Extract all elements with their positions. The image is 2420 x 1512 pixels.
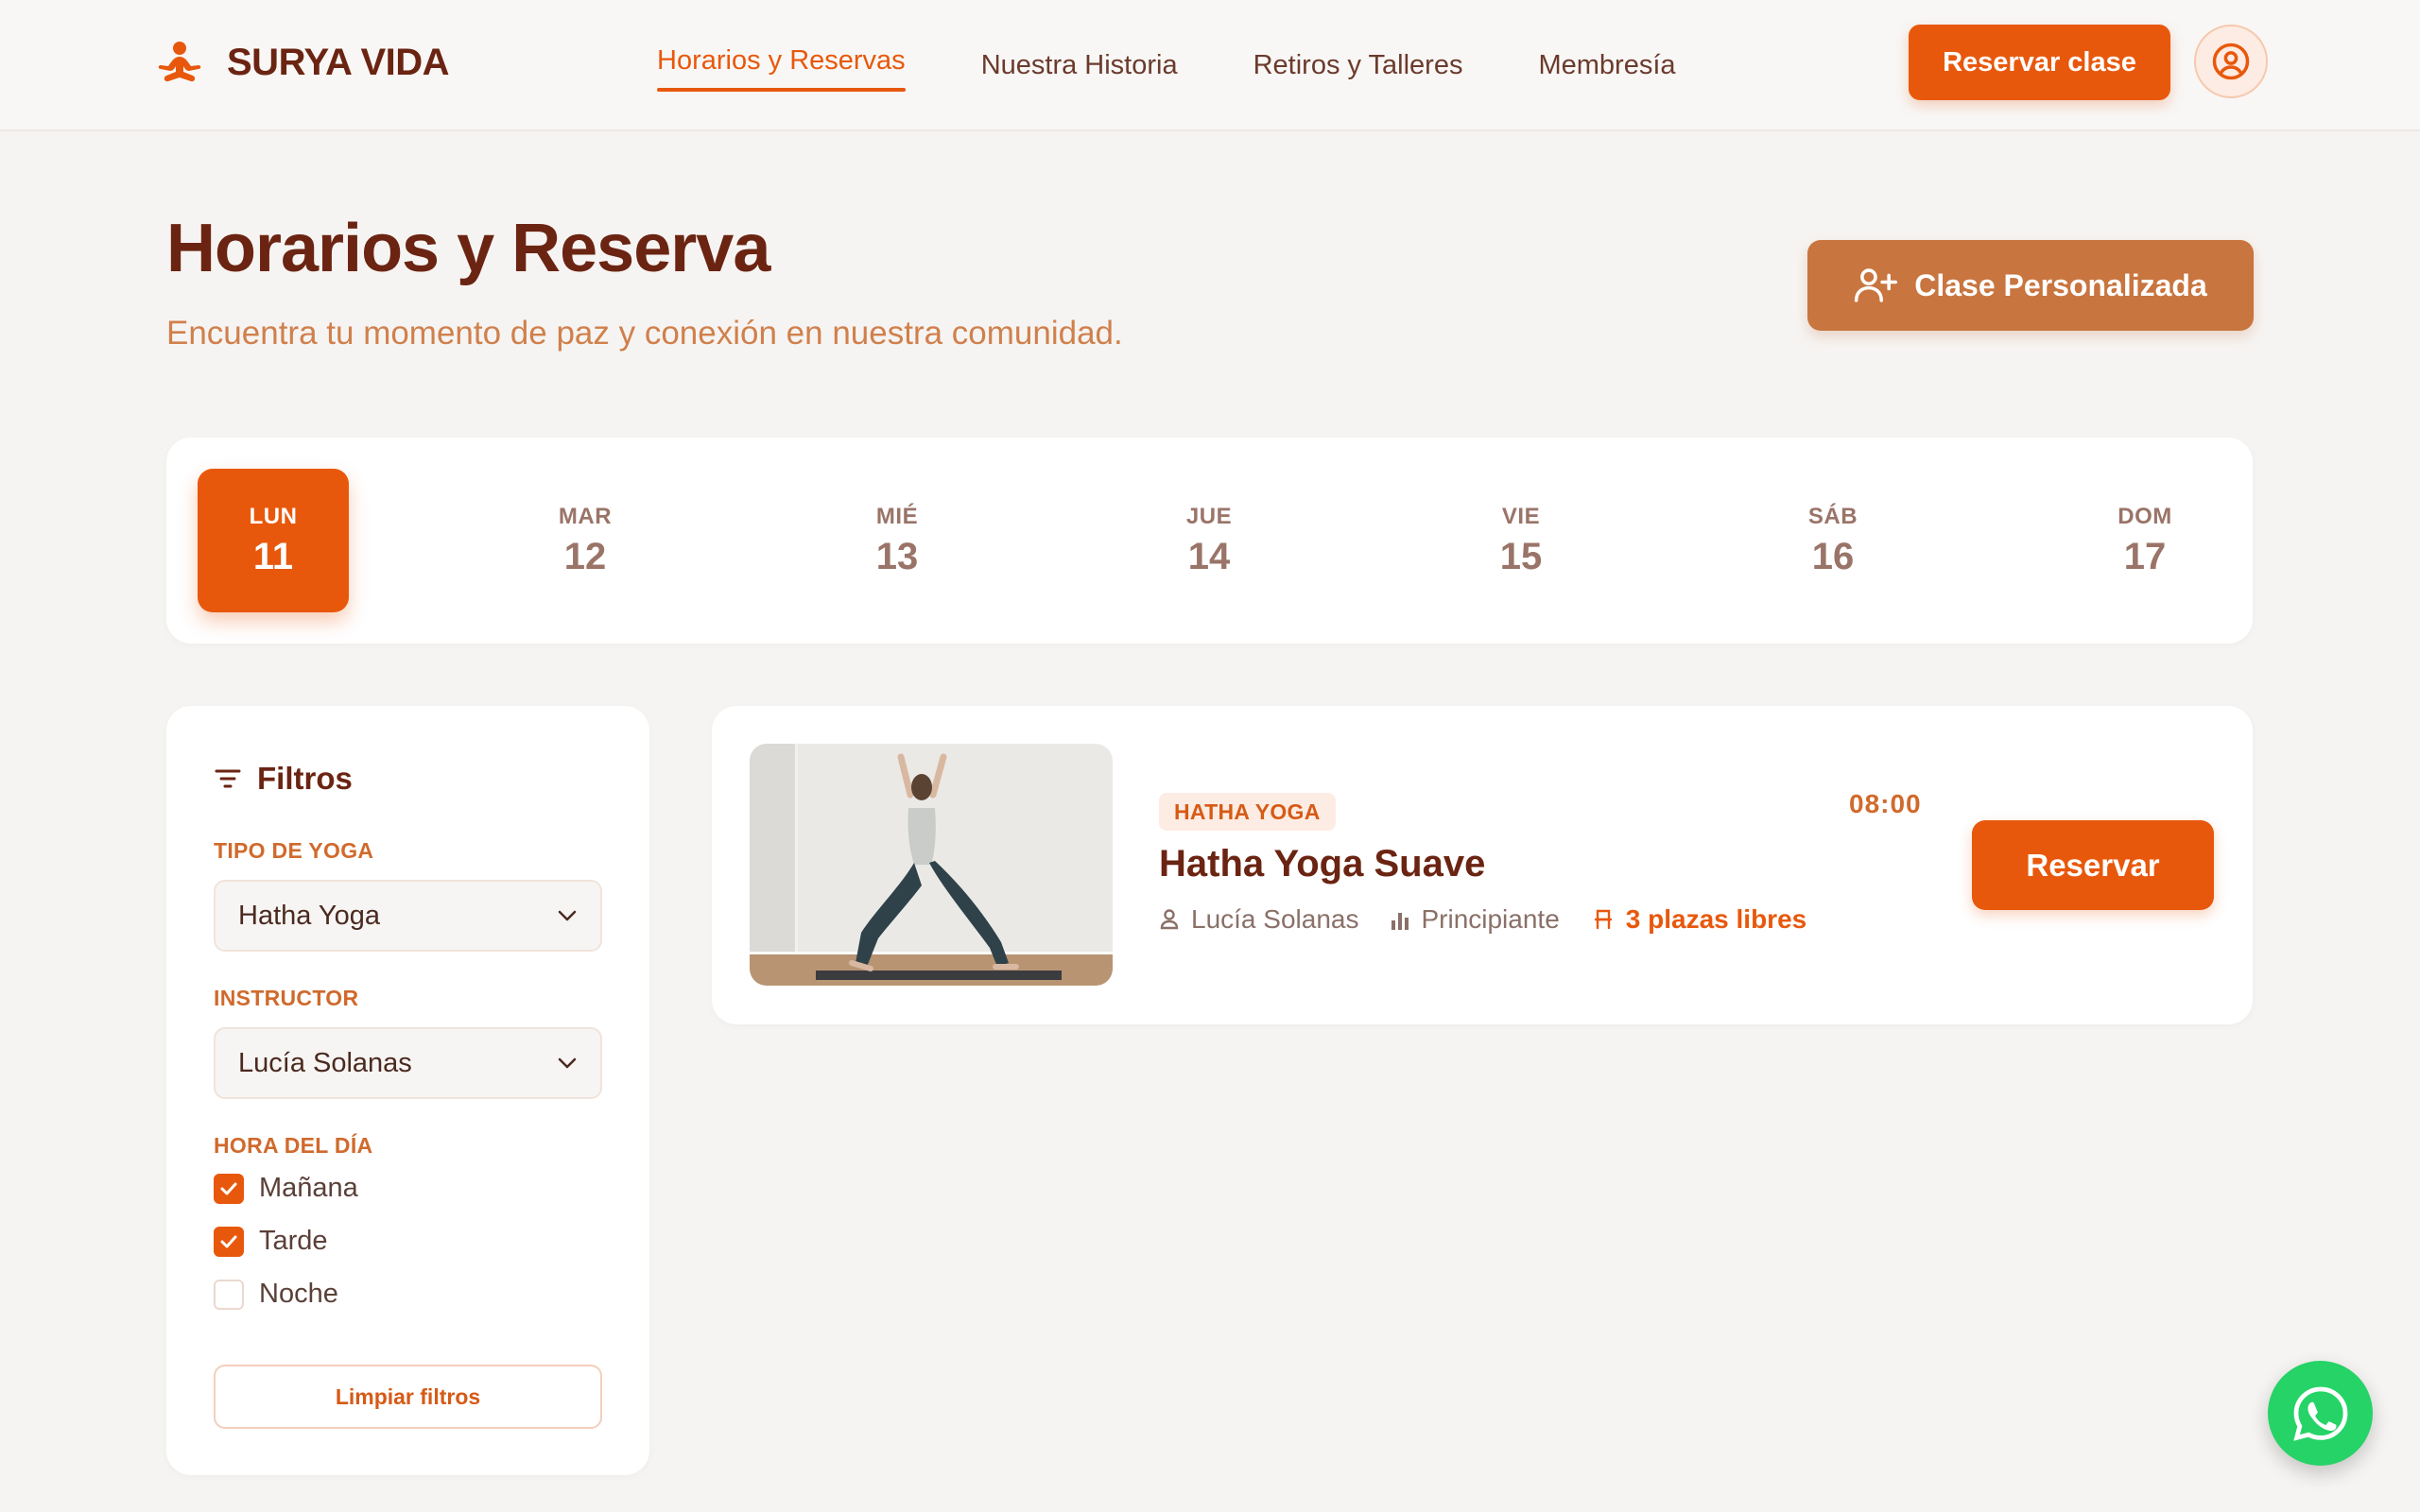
custom-class-label: Clase Personalizada: [1914, 267, 2207, 302]
day-friday[interactable]: VIE 15: [1445, 469, 1597, 612]
bar-chart-icon: [1392, 913, 1409, 930]
class-title: Hatha Yoga Suave: [1159, 843, 1486, 885]
nav-nuestra-historia[interactable]: Nuestra Historia: [981, 44, 1178, 87]
yoga-type-select[interactable]: Hatha Yoga: [214, 880, 602, 952]
meditation-icon: [158, 42, 201, 82]
checkbox-tarde[interactable]: Tarde: [214, 1226, 328, 1257]
instructor-select[interactable]: Lucía Solanas: [214, 1027, 602, 1099]
class-time: 08:00: [1849, 789, 1922, 818]
clear-filters-button[interactable]: Limpiar filtros: [214, 1365, 602, 1429]
day-name: SÁB: [1807, 503, 1858, 529]
class-instructor: Lucía Solanas: [1159, 904, 1358, 935]
whatsapp-button[interactable]: [2268, 1361, 2373, 1466]
class-level: Principiante: [1391, 904, 1560, 935]
filter-icon: [215, 769, 241, 788]
class-meta: Lucía Solanas Principiante 3 plazas libr…: [1159, 904, 1806, 935]
filters-title: Filtros: [257, 761, 353, 796]
checkbox-unchecked[interactable]: [214, 1279, 244, 1310]
chevron-down-icon: [558, 910, 577, 921]
day-saturday[interactable]: SÁB 16: [1757, 469, 1909, 612]
week-day-selector: LUN 11 MAR 12 MIÉ 13 JUE 14 VIE 15 SÁB 1…: [166, 438, 2253, 644]
user-profile-button[interactable]: [2194, 25, 2268, 98]
filters-panel: Filtros TIPO DE YOGA Hatha Yoga INSTRUCT…: [166, 706, 649, 1475]
checkbox-checked[interactable]: [214, 1226, 244, 1257]
day-number: 11: [252, 535, 294, 577]
reserve-button[interactable]: Reservar: [1972, 820, 2214, 910]
day-number: 17: [2123, 535, 2167, 577]
checkbox-label: Noche: [259, 1279, 338, 1309]
checkbox-label: Mañana: [259, 1173, 358, 1203]
page-subtitle: Encuentra tu momento de paz y conexión e…: [166, 315, 1123, 352]
main-nav: Horarios y Reservas Nuestra Historia Ret…: [657, 0, 1676, 131]
filters-header: Filtros: [214, 761, 353, 797]
time-of-day-label: HORA DEL DÍA: [214, 1133, 373, 1158]
day-number: 12: [563, 535, 607, 577]
custom-class-button[interactable]: Clase Personalizada: [1807, 240, 2254, 331]
day-name: DOM: [2118, 503, 2172, 529]
checkbox-manana[interactable]: Mañana: [214, 1173, 358, 1204]
nav-retiros-talleres[interactable]: Retiros y Talleres: [1253, 44, 1463, 87]
page-title: Horarios y Reserva: [166, 211, 770, 286]
check-icon: [220, 1235, 237, 1247]
yoga-class-photo: [750, 744, 1113, 986]
spots-text: 3 plazas libres: [1625, 904, 1807, 934]
person-icon: [1160, 909, 1179, 930]
day-name: LUN: [249, 503, 298, 529]
class-spots: 3 plazas libres: [1592, 904, 1806, 935]
user-circle-icon: [2212, 43, 2250, 80]
add-user-icon: [1855, 268, 1898, 302]
brand-logo[interactable]: SURYA VIDA: [155, 40, 450, 85]
checkbox-label: Tarde: [259, 1226, 328, 1256]
whatsapp-icon: [2292, 1386, 2347, 1441]
checkbox-checked[interactable]: [214, 1173, 244, 1204]
day-monday[interactable]: LUN 11: [198, 469, 349, 612]
instructor-label: INSTRUCTOR: [214, 986, 359, 1010]
nav-membresia[interactable]: Membresía: [1538, 44, 1675, 87]
level-text: Principiante: [1421, 904, 1560, 934]
class-type-badge: HATHA YOGA: [1159, 793, 1336, 831]
chevron-down-icon: [558, 1057, 577, 1069]
yoga-type-label: TIPO DE YOGA: [214, 838, 374, 863]
day-name: JUE: [1185, 503, 1233, 529]
day-tuesday[interactable]: MAR 12: [510, 469, 661, 612]
yoga-type-value: Hatha Yoga: [238, 900, 380, 931]
day-name: MAR: [558, 503, 613, 529]
day-number: 16: [1811, 535, 1855, 577]
instructor-value: Lucía Solanas: [238, 1047, 412, 1078]
seat-icon: [1594, 909, 1612, 930]
check-icon: [220, 1182, 237, 1194]
nav-horarios-reservas[interactable]: Horarios y Reservas: [657, 40, 906, 92]
reserve-class-button[interactable]: Reservar clase: [1909, 25, 2170, 100]
day-wednesday[interactable]: MIÉ 13: [821, 469, 973, 612]
day-name: MIÉ: [875, 503, 919, 529]
top-navigation-bar: SURYA VIDA Horarios y Reservas Nuestra H…: [0, 0, 2420, 131]
day-number: 13: [875, 535, 919, 577]
yoga-pose-image: [750, 744, 1113, 986]
class-card: HATHA YOGA 08:00 Hatha Yoga Suave Lucía …: [712, 706, 2253, 1024]
checkbox-noche[interactable]: Noche: [214, 1279, 338, 1310]
day-number: 15: [1499, 535, 1543, 577]
instructor-name: Lucía Solanas: [1191, 904, 1359, 934]
day-name: VIE: [1501, 503, 1541, 529]
brand-name: SURYA VIDA: [227, 41, 450, 83]
day-thursday[interactable]: JUE 14: [1133, 469, 1285, 612]
day-number: 14: [1187, 535, 1231, 577]
day-sunday[interactable]: DOM 17: [2069, 469, 2221, 612]
